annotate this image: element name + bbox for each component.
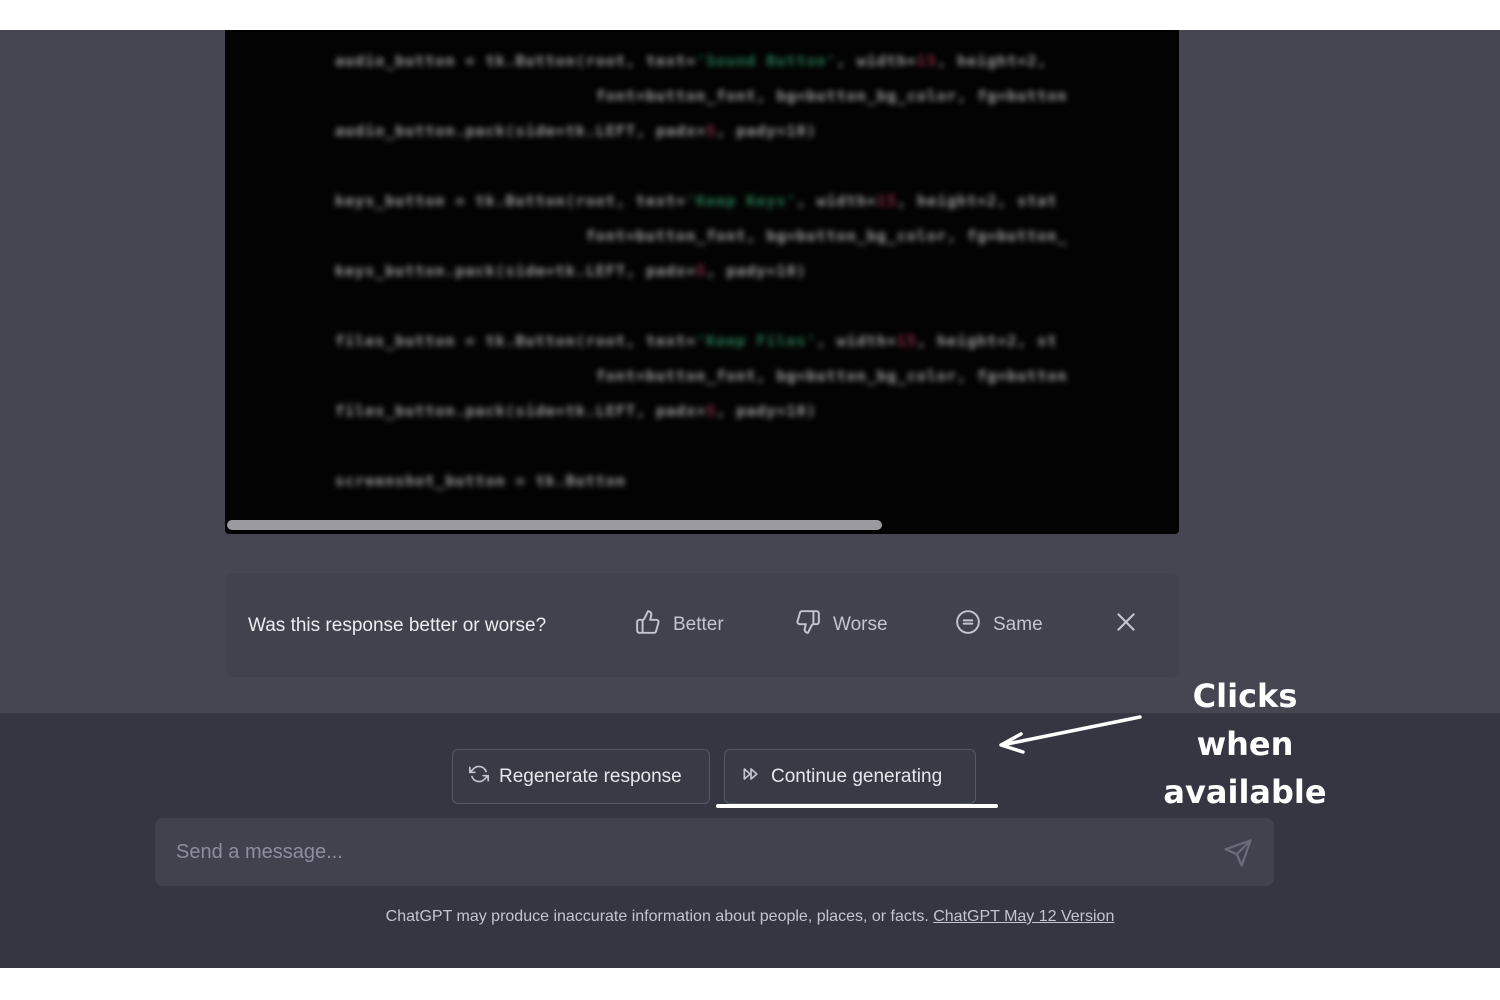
code-lines: audio_button = tk.Button(root, text='Sou… [225, 30, 1179, 520]
disclaimer-text: ChatGPT may produce inaccurate informati… [385, 908, 929, 925]
code-line: font=button_font, bg=button_bg_color, fg… [295, 87, 1068, 105]
code-line: keys_button.pack(side=tk.LEFT, padx=5, p… [295, 262, 807, 280]
annotation-line-2: available [1163, 773, 1327, 811]
annotation-arrow-icon [999, 715, 1142, 754]
thumbs-up-icon [635, 609, 661, 641]
send-button[interactable] [1223, 838, 1253, 868]
message-composer [155, 818, 1274, 886]
close-feedback-button[interactable] [1113, 603, 1139, 647]
refresh-icon [469, 764, 489, 790]
feedback-question: Was this response better or worse? [248, 615, 547, 636]
fast-forward-icon [741, 764, 761, 790]
annotation-underline [716, 804, 998, 808]
same-button[interactable]: Same [955, 603, 1043, 647]
code-line: font=button_font, bg=button_bg_color, fg… [295, 227, 1068, 245]
code-line: audio_button = tk.Button(root, text='Sou… [295, 52, 1048, 70]
better-label: Better [673, 614, 724, 635]
same-label: Same [993, 614, 1043, 635]
code-block: audio_button = tk.Button(root, text='Sou… [225, 30, 1179, 534]
annotation-callout: Clicks when available [1140, 672, 1350, 816]
code-line: files_button = tk.Button(root, text='Kee… [295, 332, 1058, 350]
code-line: audio_button.pack(side=tk.LEFT, padx=5, … [295, 122, 817, 140]
worse-label: Worse [833, 614, 888, 635]
close-icon [1113, 609, 1139, 641]
code-line: font=button_font, bg=button_bg_color, fg… [295, 367, 1068, 385]
code-line: screenshot_button = tk.Button [295, 472, 627, 490]
better-button[interactable]: Better [635, 603, 724, 647]
response-feedback-bar: Was this response better or worse? Bette… [225, 573, 1179, 677]
send-icon [1223, 839, 1253, 872]
message-input[interactable] [155, 818, 1215, 886]
conversation-area: audio_button = tk.Button(root, text='Sou… [0, 30, 1500, 713]
continue-generating-button[interactable]: Continue generating [724, 749, 976, 804]
annotation-line-1: Clicks when [1192, 677, 1298, 763]
thumbs-down-icon [795, 609, 821, 641]
regenerate-response-button[interactable]: Regenerate response [452, 749, 710, 804]
continue-label: Continue generating [771, 765, 943, 787]
worse-button[interactable]: Worse [795, 603, 888, 647]
same-circle-icon [955, 609, 981, 641]
code-line: files_button.pack(side=tk.LEFT, padx=5, … [295, 402, 817, 420]
regenerate-label: Regenerate response [499, 765, 682, 787]
horizontal-scrollbar[interactable] [227, 520, 882, 530]
footer-disclaimer: ChatGPT may produce inaccurate informati… [0, 908, 1500, 926]
code-line: keys_button = tk.Button(root, text='Keep… [295, 192, 1058, 210]
version-link[interactable]: ChatGPT May 12 Version [933, 908, 1114, 925]
